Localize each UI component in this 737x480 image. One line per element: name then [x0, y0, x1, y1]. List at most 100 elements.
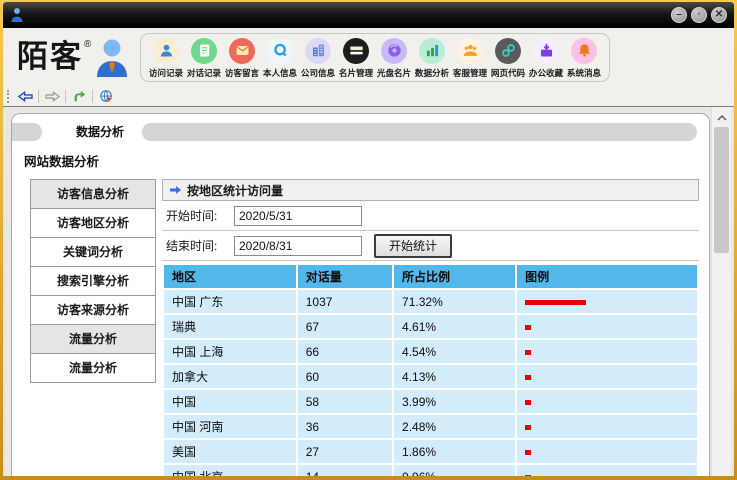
app-window: – ▫ ✕ 陌客 ® 访问记录对话记录访客留言本人信息公司信息名片管理光盘名片数… — [3, 2, 734, 476]
end-time-input[interactable] — [234, 236, 362, 256]
card-manage-icon — [343, 38, 369, 64]
minimize-button[interactable]: – — [671, 7, 687, 23]
window-controls: – ▫ ✕ — [671, 7, 727, 23]
start-time-input[interactable] — [234, 206, 362, 226]
chat-records-icon — [191, 38, 217, 64]
table-header-row: 地区 对话量 所占比例 图例 — [163, 264, 698, 289]
start-time-label: 开始时间: — [166, 207, 234, 224]
web-code-icon — [495, 38, 521, 64]
region-stats-table: 地区 对话量 所占比例 图例 中国 广东103771.32%瑞典674.61%中… — [162, 263, 699, 476]
start-statistics-button[interactable]: 开始统计 — [374, 234, 452, 258]
cell-dialogs: 27 — [297, 439, 393, 464]
toolbar-item-visitor-message[interactable]: 访客留言 — [223, 38, 261, 79]
toolbar-item-my-info[interactable]: 本人信息 — [261, 38, 299, 79]
sidebar-item-4[interactable]: 访客来源分析 — [30, 295, 156, 325]
toolbar-item-service-manage[interactable]: 客服管理 — [451, 38, 489, 79]
start-time-row: 开始时间: — [162, 201, 699, 231]
my-info-icon — [267, 38, 293, 64]
toolbar-item-system-message[interactable]: 系统消息 — [565, 38, 603, 79]
toolbar-item-visit-records[interactable]: 访问记录 — [147, 38, 185, 79]
sidebar-item-2[interactable]: 关键词分析 — [30, 237, 156, 267]
sidebar-item-6[interactable]: 流量分析 — [30, 353, 156, 383]
table-row: 中国 上海664.54% — [163, 339, 698, 364]
forward-arrow-icon — [44, 90, 61, 103]
nav-toolbar — [3, 86, 734, 107]
table-row: 加拿大604.13% — [163, 364, 698, 389]
cell-percent: 4.61% — [393, 314, 516, 339]
toolbar-item-office-favorite[interactable]: 办公收藏 — [527, 38, 565, 79]
table-row: 中国 广东103771.32% — [163, 289, 698, 314]
toolbar-item-company-info[interactable]: 公司信息 — [299, 38, 337, 79]
chevron-up-icon — [717, 115, 727, 121]
cell-region: 美国 — [163, 439, 297, 464]
toolbar-item-chat-records[interactable]: 对话记录 — [185, 38, 223, 79]
home-button[interactable] — [95, 88, 117, 105]
cell-percent: 0.96% — [393, 464, 516, 476]
table-row: 中国583.99% — [163, 389, 698, 414]
table-row: 美国271.86% — [163, 439, 698, 464]
company-info-icon — [305, 38, 331, 64]
report-column: 按地区统计访问量 开始时间: 结束时间: 开始统计 — [162, 179, 699, 476]
cell-region: 瑞典 — [163, 314, 297, 339]
legend-bar — [525, 300, 586, 305]
toolbar-item-web-code[interactable]: 网页代码 — [489, 38, 527, 79]
brand-logo: 陌客 ® — [17, 37, 130, 77]
legend-bar — [525, 450, 531, 455]
legend-bar — [525, 400, 531, 405]
toolbar-item-label: 客服管理 — [453, 66, 487, 78]
report-title: 按地区统计访问量 — [187, 182, 283, 199]
globe-icon — [99, 89, 113, 103]
cell-legend — [516, 314, 698, 339]
toolbar-item-label: 系统消息 — [567, 66, 601, 78]
registered-mark: ® — [84, 39, 91, 50]
cell-percent: 3.99% — [393, 389, 516, 414]
cell-legend — [516, 389, 698, 414]
cell-percent: 71.32% — [393, 289, 516, 314]
sidebar-item-3[interactable]: 搜索引擎分析 — [30, 266, 156, 296]
titlebar: – ▫ ✕ — [3, 2, 734, 28]
maximize-button[interactable]: ▫ — [691, 7, 707, 23]
cell-dialogs: 36 — [297, 414, 393, 439]
sidebar-item-1[interactable]: 访客地区分析 — [30, 208, 156, 238]
main-toolbar: 访问记录对话记录访客留言本人信息公司信息名片管理光盘名片数据分析客服管理网页代码… — [140, 33, 610, 82]
cell-region: 中国 广东 — [163, 289, 297, 314]
brand-name: 陌客 — [17, 37, 83, 77]
sidebar-item-5[interactable]: 流量分析 — [30, 324, 156, 354]
cell-region: 中国 上海 — [163, 339, 297, 364]
legend-bar — [525, 350, 531, 355]
column-header-region: 地区 — [163, 264, 297, 289]
legend-bar — [525, 475, 531, 476]
visit-records-icon — [153, 38, 179, 64]
tab-data-analysis[interactable]: 数据分析 — [76, 123, 124, 140]
go-arrow-icon — [72, 89, 86, 103]
column-header-legend: 图例 — [516, 264, 698, 289]
scrollbar-thumb[interactable] — [714, 127, 729, 253]
toolbar-item-label: 网页代码 — [491, 66, 525, 78]
sidebar-menu: 访客信息分析访客地区分析关键词分析搜索引擎分析访客来源分析流量分析流量分析 — [30, 179, 156, 383]
blue-arrow-icon — [169, 184, 181, 196]
table-row: 中国 河南362.48% — [163, 414, 698, 439]
cell-legend — [516, 439, 698, 464]
window-frame: – ▫ ✕ 陌客 ® 访问记录对话记录访客留言本人信息公司信息名片管理光盘名片数… — [0, 0, 737, 480]
toolbar-item-label: 访客留言 — [225, 66, 259, 78]
app-header: 陌客 ® 访问记录对话记录访客留言本人信息公司信息名片管理光盘名片数据分析客服管… — [3, 28, 734, 86]
office-favorite-icon — [533, 38, 559, 64]
toolbar-item-data-analysis[interactable]: 数据分析 — [413, 38, 451, 79]
forward-button[interactable] — [41, 88, 63, 105]
end-time-label: 结束时间: — [166, 237, 234, 254]
close-button[interactable]: ✕ — [711, 7, 727, 23]
cell-percent: 4.13% — [393, 364, 516, 389]
toolbar-item-cd-card[interactable]: 光盘名片 — [375, 38, 413, 79]
end-time-row: 结束时间: 开始统计 — [162, 231, 699, 261]
cell-region: 中国 北京 — [163, 464, 297, 476]
vertical-scrollbar[interactable] — [711, 107, 731, 476]
separator — [65, 90, 66, 103]
cell-percent: 4.54% — [393, 339, 516, 364]
toolbar-item-card-manage[interactable]: 名片管理 — [337, 38, 375, 79]
toolbar-grip — [7, 90, 10, 103]
sidebar-item-0[interactable]: 访客信息分析 — [30, 179, 156, 209]
cell-region: 中国 — [163, 389, 297, 414]
scroll-up-button[interactable] — [712, 109, 732, 127]
back-button[interactable] — [14, 88, 36, 105]
go-button[interactable] — [68, 88, 90, 105]
